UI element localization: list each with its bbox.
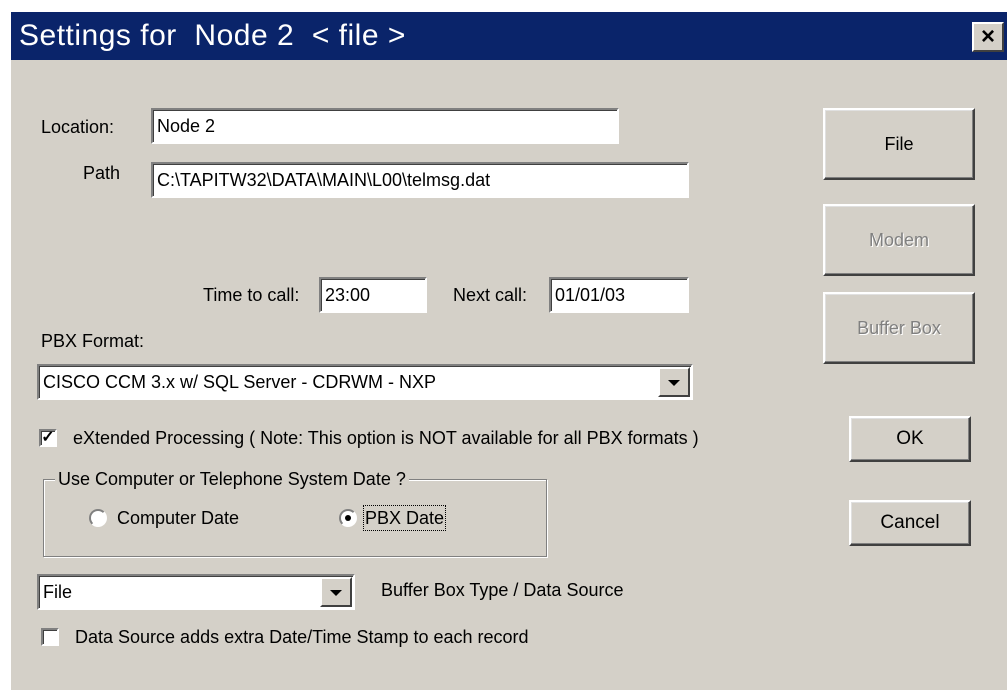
computer-date-label[interactable]: Computer Date bbox=[117, 507, 239, 529]
pbx-date-label[interactable]: PBX Date bbox=[362, 505, 447, 531]
modem-button-label: Modem bbox=[868, 230, 930, 250]
pbx-format-select[interactable]: CISCO CCM 3.x w/ SQL Server - CDRWM - NX… bbox=[37, 364, 693, 400]
date-stamp-checkbox[interactable] bbox=[41, 628, 59, 646]
file-button-label: File bbox=[884, 134, 914, 154]
ok-button[interactable]: OK bbox=[849, 416, 971, 462]
extended-processing-checkbox[interactable]: ✓ bbox=[39, 429, 57, 447]
modem-button[interactable]: Modem bbox=[823, 204, 975, 276]
data-source-label: Buffer Box Type / Data Source bbox=[381, 580, 624, 600]
settings-dialog: Settings for Node 2 < file > × Location:… bbox=[10, 12, 1007, 690]
file-button[interactable]: File bbox=[823, 108, 975, 180]
path-label: Path bbox=[83, 163, 121, 183]
cancel-button-label: Cancel bbox=[880, 512, 940, 533]
pbx-format-dropdown-arrow-icon[interactable] bbox=[658, 367, 690, 397]
window-title: Settings for Node 2 < file > bbox=[19, 19, 406, 52]
extended-processing-label: eXtended Processing ( Note: This option … bbox=[73, 428, 699, 448]
data-source-select[interactable]: File bbox=[37, 574, 355, 610]
close-button[interactable]: × bbox=[972, 22, 1004, 52]
location-input[interactable]: Node 2 bbox=[151, 108, 619, 144]
location-label: Location: bbox=[41, 117, 115, 137]
time-to-call-input[interactable]: 23:00 bbox=[319, 277, 427, 313]
data-source-dropdown-arrow-icon[interactable] bbox=[320, 577, 352, 607]
pbx-format-label: PBX Format: bbox=[41, 331, 145, 351]
time-to-call-label: Time to call: bbox=[203, 285, 300, 305]
computer-date-radio[interactable] bbox=[89, 509, 107, 527]
buffer-box-button[interactable]: Buffer Box bbox=[823, 292, 975, 364]
next-call-label: Next call: bbox=[453, 285, 528, 305]
ok-button-label: OK bbox=[896, 428, 924, 449]
path-input[interactable]: C:\TAPITW32\DATA\MAIN\L00\telmsg.dat bbox=[151, 162, 689, 198]
cancel-button[interactable]: Cancel bbox=[849, 500, 971, 546]
date-stamp-label: Data Source adds extra Date/Time Stamp t… bbox=[75, 627, 529, 647]
pbx-date-radio[interactable] bbox=[339, 509, 357, 527]
radio-selected-dot-icon bbox=[345, 515, 351, 521]
date-source-legend: Use Computer or Telephone System Date ? bbox=[55, 468, 409, 490]
next-call-input[interactable]: 01/01/03 bbox=[549, 277, 689, 313]
pbx-format-value: CISCO CCM 3.x w/ SQL Server - CDRWM - NX… bbox=[43, 372, 437, 392]
data-source-value: File bbox=[43, 582, 73, 602]
title-bar[interactable]: Settings for Node 2 < file > × bbox=[11, 12, 1007, 60]
buffer-box-button-label: Buffer Box bbox=[857, 318, 941, 338]
